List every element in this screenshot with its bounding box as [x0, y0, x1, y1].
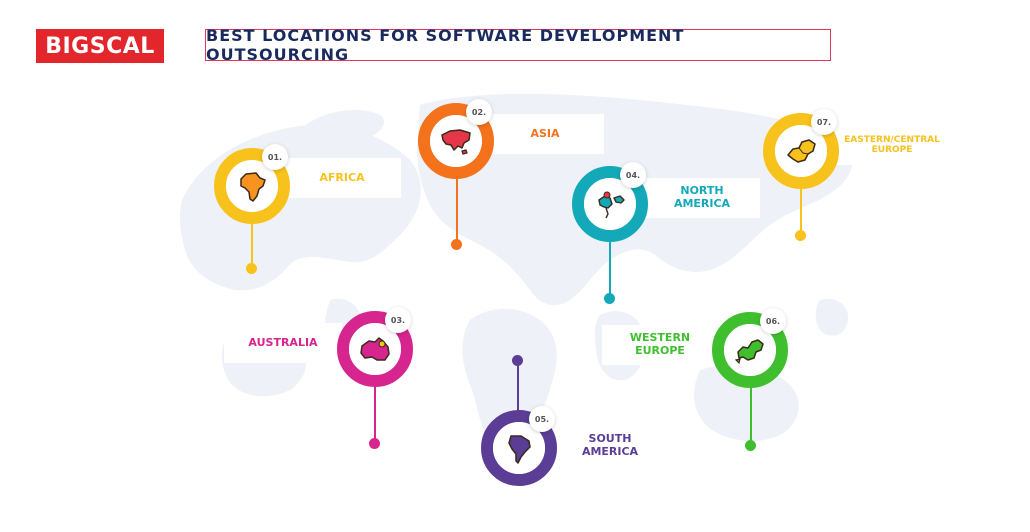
australia-marker: 03.: [337, 307, 413, 387]
asia-label-box: ASIA: [486, 114, 604, 154]
bigscal-logo: BIGSCAL: [36, 29, 164, 63]
eastern-europe-label-line1: EASTERN/CENTRAL: [844, 134, 940, 145]
page-title: BEST LOCATIONS FOR SOFTWARE DEVELOPMENT …: [206, 26, 685, 64]
logo-text: BIGSCAL: [45, 33, 155, 59]
africa-connector-dot: [246, 263, 257, 274]
south-america-connector-dot: [512, 355, 523, 366]
south-america-connector-line: [517, 362, 519, 412]
australia-connector-line: [374, 384, 376, 444]
australia-map-icon: [360, 337, 390, 361]
north-america-label-box: NORTH AMERICA: [644, 178, 760, 218]
asia-connector-line: [456, 176, 458, 244]
australia-connector-dot: [369, 438, 380, 449]
africa-number-badge: 01.: [262, 144, 288, 170]
western-europe-label-line2: EUROPE: [635, 344, 685, 357]
north-america-connector-dot: [604, 293, 615, 304]
south-america-number-badge: 05.: [529, 406, 555, 432]
north-america-label-line2: AMERICA: [673, 197, 731, 210]
eastern-europe-label-line2: EUROPE: [871, 145, 913, 155]
australia-number-badge: 03.: [385, 307, 411, 333]
australia-label: AUSTRALIA: [248, 335, 318, 349]
australia-label-box: AUSTRALIA: [224, 323, 342, 363]
south-america-label-box: SOUTH AMERICA: [552, 426, 668, 466]
asia-connector-dot: [451, 239, 462, 250]
south-america-label-line2: AMERICA: [581, 445, 639, 458]
eastern-europe-connector-line: [800, 186, 802, 236]
western-europe-number-badge: 06.: [760, 308, 786, 334]
north-america-map-icon: [598, 191, 625, 219]
africa-label: AFRICA: [319, 170, 365, 184]
north-america-marker: 04.: [572, 162, 648, 242]
eastern-europe-label-box: EASTERN/CENTRAL EUROPE: [834, 125, 950, 165]
africa-label-box: AFRICA: [283, 158, 401, 198]
africa-marker: 01.: [214, 144, 290, 224]
asia-map-icon: [441, 129, 471, 155]
asia-marker: 02.: [418, 99, 494, 179]
africa-map-icon: [240, 172, 266, 202]
eastern-europe-marker: 07.: [763, 109, 839, 189]
eastern-europe-map-icon: [787, 139, 816, 163]
eastern-europe-number-badge: 07.: [811, 109, 837, 135]
asia-label: ASIA: [530, 126, 560, 140]
page-title-box: BEST LOCATIONS FOR SOFTWARE DEVELOPMENT …: [205, 26, 831, 64]
western-europe-label-box: WESTERN EUROPE: [602, 325, 718, 365]
western-europe-connector-line: [750, 385, 752, 445]
africa-connector-line: [251, 222, 253, 269]
eastern-europe-connector-dot: [795, 230, 806, 241]
western-europe-marker: 06.: [712, 308, 788, 388]
asia-number-badge: 02.: [466, 99, 492, 125]
north-america-number-badge: 04.: [620, 162, 646, 188]
north-america-connector-line: [609, 238, 611, 298]
south-america-marker: 05.: [481, 406, 557, 486]
western-europe-connector-dot: [745, 440, 756, 451]
western-europe-map-icon: [734, 339, 764, 365]
south-america-map-icon: [508, 435, 531, 464]
